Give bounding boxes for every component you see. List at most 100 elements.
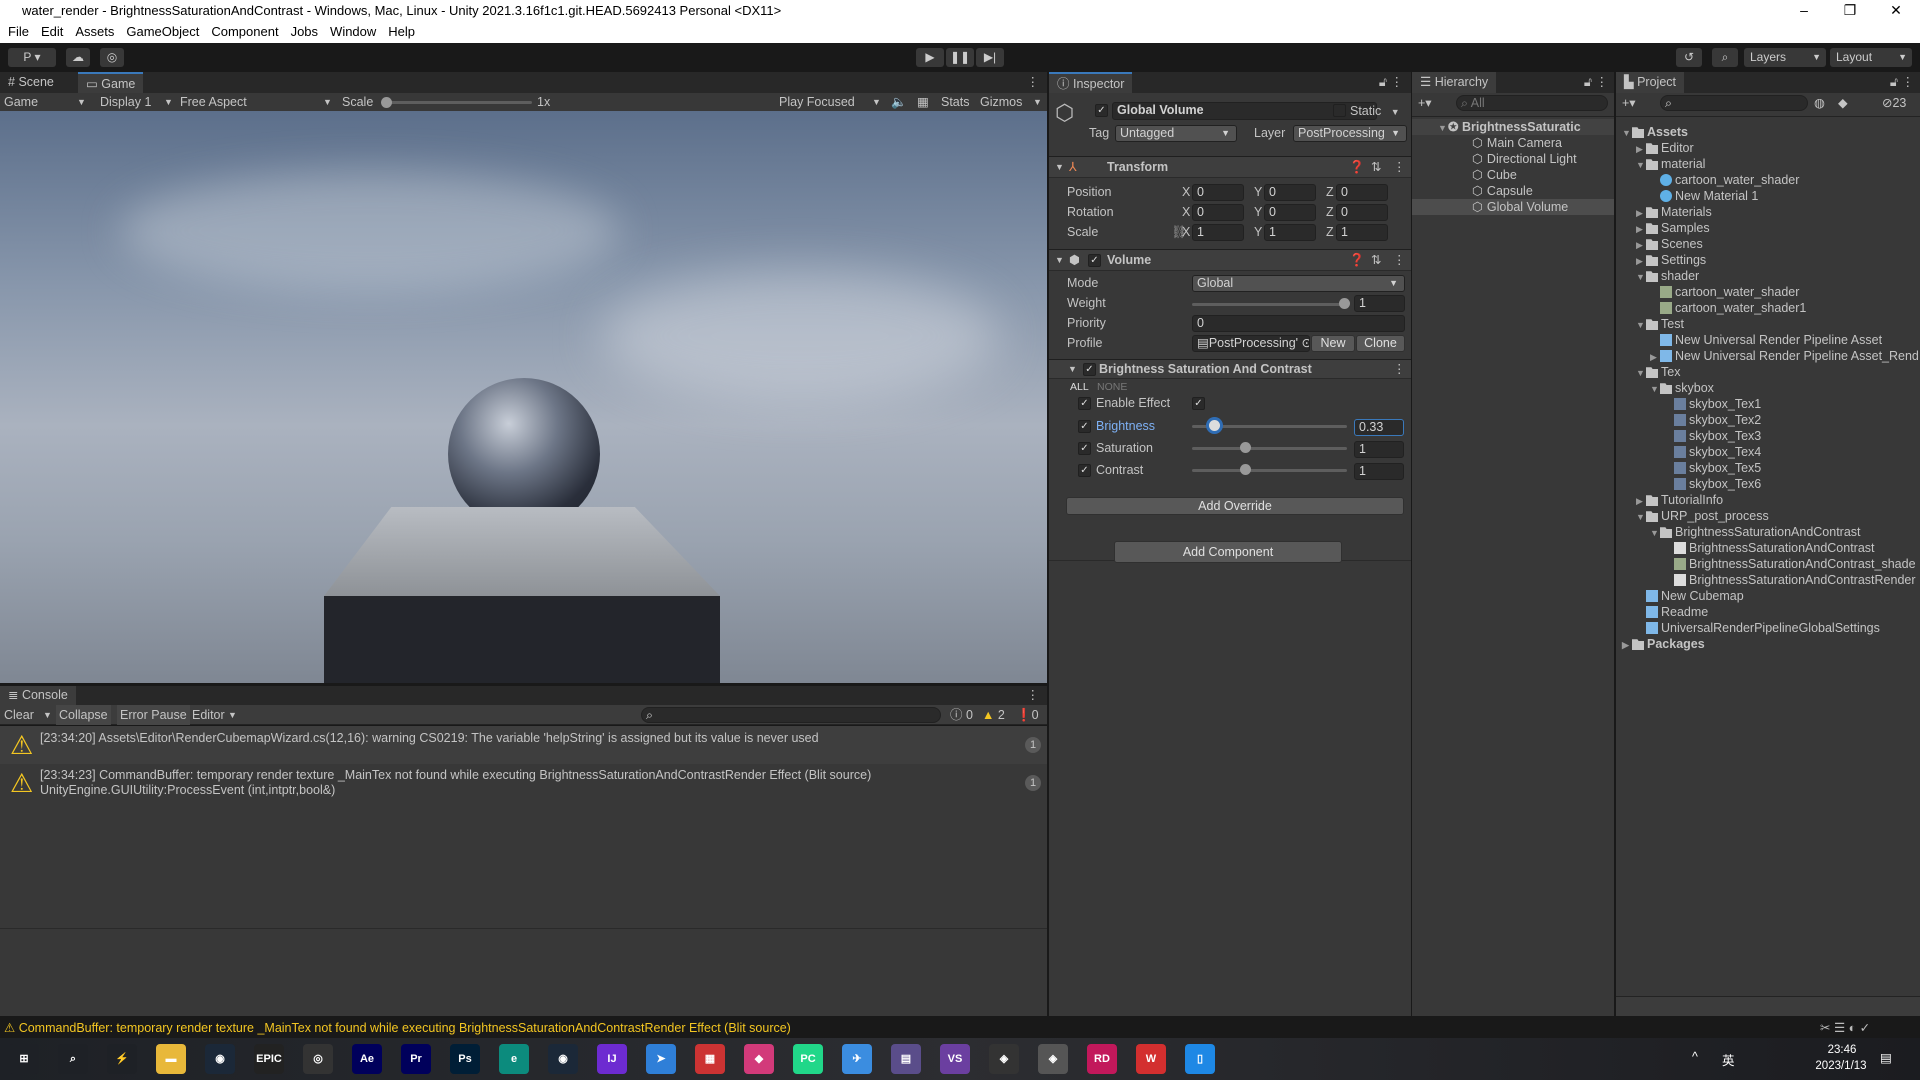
clear-options-dropdown[interactable]: ▼ [43,705,52,725]
pycharm-taskbar-icon[interactable]: PC [793,1044,823,1074]
mute-audio-icon[interactable]: 🔈 [891,93,907,111]
lock-icon[interactable]: 🔓︎ ⋮ [1379,74,1403,90]
all-toggle[interactable]: ALL [1070,381,1089,393]
intellij-taskbar-icon[interactable]: IJ [597,1044,627,1074]
override-checkbox[interactable]: ✓ [1078,397,1091,410]
more-icon[interactable]: ⋮ [1027,687,1040,702]
help-icon[interactable]: ❓ [1349,250,1365,270]
scale-slider[interactable] [384,101,532,104]
weight-slider-handle[interactable] [1339,298,1350,309]
profile-field[interactable]: ▤PostProcessing' ⊙ [1192,335,1310,352]
menu-file[interactable]: File [8,24,29,39]
console-splitter[interactable] [0,928,1047,929]
create-button[interactable]: +▾ [1622,95,1636,110]
app5-taskbar-icon[interactable]: ✈ [842,1044,872,1074]
more-icon[interactable]: ⋮ [1393,250,1406,270]
clone-profile-button[interactable]: Clone [1356,335,1405,352]
ime-indicator[interactable]: 英 [1722,1050,1735,1069]
contrast-slider-handle[interactable] [1239,464,1251,475]
game-viewport[interactable] [0,111,1047,683]
menu-jobs[interactable]: Jobs [291,24,318,39]
tab-hierarchy[interactable]: ☰ Hierarchy [1412,72,1497,93]
create-button[interactable]: +▾ [1418,95,1432,110]
pause-button[interactable]: ❚❚ [946,48,974,67]
status-bar[interactable]: ⚠ CommandBuffer: temporary render textur… [0,1018,1920,1038]
more-icon[interactable]: ⋮ [1027,74,1040,89]
warning-count-toggle[interactable]: ▲ 2 [982,705,1005,725]
project-item[interactable]: ▼ Test [1616,316,1684,332]
file-explorer-taskbar-icon[interactable]: ▬ [156,1044,186,1074]
saturation-slider-handle[interactable] [1239,442,1251,453]
project-item[interactable]: ▶ Settings [1616,252,1706,268]
enable-effect-checkbox[interactable]: ✓ [1192,397,1205,410]
transform-position-z-input[interactable]: 0 [1336,184,1388,201]
new-profile-button[interactable]: New [1311,335,1355,352]
lock-icon[interactable]: 🔓︎ ⋮ [1584,74,1608,90]
hierarchy-item[interactable]: ⬡ Capsule [1412,183,1614,199]
lock-icon[interactable]: 🔓︎ ⋮ [1890,74,1914,90]
weight-input[interactable]: 1 [1354,295,1405,312]
expand-arrow-icon[interactable]: ▼ [1636,365,1646,381]
cloud-icon[interactable]: ☁ [66,48,90,67]
expand-arrow-icon[interactable]: ▶ [1636,205,1646,221]
project-item[interactable]: Readme [1616,604,1708,620]
project-item[interactable]: New Universal Render Pipeline Asset [1616,332,1882,348]
transform-position-y-input[interactable]: 0 [1264,184,1316,201]
more-icon[interactable]: ⋮ [1393,360,1406,378]
project-item[interactable]: BrightnessSaturationAndContrast [1616,540,1875,556]
expand-arrow-icon[interactable]: ▼ [1636,317,1646,333]
expand-arrow-icon[interactable]: ▼ [1636,269,1646,285]
app3-taskbar-icon[interactable]: ▦ [695,1044,725,1074]
visual-studio-taskbar-icon[interactable]: VS [940,1044,970,1074]
static-checkbox[interactable] [1333,104,1346,117]
unity-taskbar-icon[interactable]: ◈ [1038,1044,1068,1074]
transform-position-x-input[interactable]: 0 [1192,184,1244,201]
project-item[interactable]: ▶ Editor [1616,140,1694,156]
search-by-type-icon[interactable]: ◍ [1814,95,1825,110]
project-item[interactable]: ▶ Scenes [1616,236,1703,252]
hierarchy-item[interactable]: ⬡ Main Camera [1412,135,1614,151]
preset-icon[interactable]: ⇅ [1371,157,1381,177]
play-button[interactable]: ▶ [916,48,944,67]
rider-taskbar-icon[interactable]: RD [1087,1044,1117,1074]
photoshop-taskbar-icon[interactable]: Ps [450,1044,480,1074]
project-item[interactable]: BrightnessSaturationAndContrast_shade [1616,556,1916,572]
project-item[interactable]: skybox_Tex1 [1616,396,1761,412]
expand-arrow-icon[interactable]: ▼ [1636,157,1646,173]
collapse-toggle[interactable]: Collapse [56,705,111,725]
menu-help[interactable]: Help [388,24,415,39]
hierarchy-item[interactable]: ⬡ Directional Light [1412,151,1614,167]
menu-component[interactable]: Component [211,24,278,39]
transform-scale-y-input[interactable]: 1 [1264,224,1316,241]
close-button[interactable]: ✕ [1876,0,1916,21]
more-icon[interactable]: ⋮ [1393,157,1406,177]
project-item[interactable]: skybox_Tex2 [1616,412,1761,428]
tab-project[interactable]: ▙ Project [1616,72,1684,93]
contrast-input[interactable]: 1 [1354,463,1404,480]
tray-expand-icon[interactable]: ^ [1692,1050,1698,1064]
active-checkbox[interactable]: ✓ [1095,104,1108,117]
play-focused-dropdown[interactable]: Play Focused [779,93,855,111]
project-item[interactable]: cartoon_water_shader1 [1616,300,1806,316]
premiere-taskbar-icon[interactable]: Pr [401,1044,431,1074]
grid-icon[interactable]: ▦ [917,93,929,111]
status-icons[interactable]: ✂ ☰ ◐ ✓ [1820,1018,1870,1038]
expand-arrow-icon[interactable]: ▶ [1636,253,1646,269]
start-taskbar-icon[interactable]: ⊞ [9,1044,39,1074]
expand-arrow-icon[interactable]: ▼ [1650,381,1660,397]
volume-enabled-checkbox[interactable]: ✓ [1088,254,1101,267]
effect-enabled-checkbox[interactable]: ✓ [1083,363,1096,376]
expand-arrow-icon[interactable]: ▶ [1636,221,1646,237]
account-button[interactable]: P ▾ [8,48,56,67]
hierarchy-search-input[interactable]: ⌕ All [1456,95,1608,111]
step-button[interactable]: ▶| [976,48,1004,67]
clear-button[interactable]: Clear [4,705,34,725]
project-item[interactable]: ▶ Packages [1616,636,1705,652]
display-dropdown[interactable]: Display 1 [100,93,151,111]
minimize-button[interactable]: – [1784,0,1824,21]
unity-hub-taskbar-icon[interactable]: ◈ [989,1044,1019,1074]
transform-scale-x-input[interactable]: 1 [1192,224,1244,241]
project-item[interactable]: cartoon_water_shader [1616,172,1799,188]
brightness-input[interactable]: 0.33 [1354,419,1404,436]
menu-assets[interactable]: Assets [75,24,114,39]
